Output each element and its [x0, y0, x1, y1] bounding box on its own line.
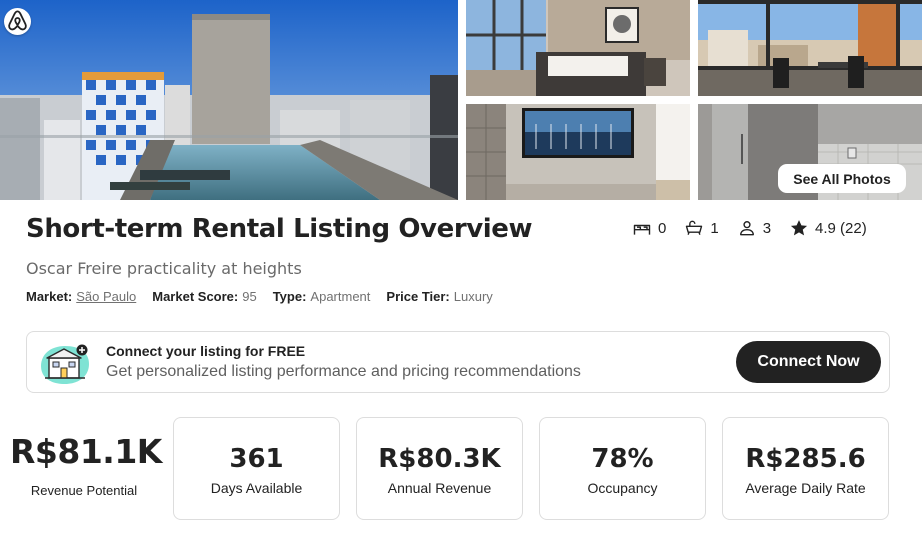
- banner-description: Get personalized listing performance and…: [106, 363, 581, 380]
- rooftop-pool-photo[interactable]: [0, 0, 458, 200]
- average-daily-rate-card: R$285.6 Average Daily Rate: [722, 417, 889, 520]
- bedrooms-count: 0: [632, 218, 666, 238]
- annual-revenue-card: R$80.3K Annual Revenue: [356, 417, 523, 520]
- fact-label: Market Score:: [152, 289, 239, 304]
- fact-value: Luxury: [453, 289, 493, 304]
- revenue-potential-value: R$81.1K: [10, 432, 162, 471]
- listing-subtitle: Oscar Freire practicality at heights: [26, 259, 302, 278]
- rating-value: 4.9 (22): [815, 219, 867, 237]
- metric-label: Occupancy: [587, 480, 658, 496]
- fact-type: Type: Apartment: [273, 289, 371, 304]
- bedroom-photo[interactable]: [466, 0, 690, 96]
- amenities-summary: 0 1 3 4.9 (22): [632, 218, 867, 238]
- fact-label: Type:: [272, 289, 307, 304]
- connect-listing-banner: Connect your listing for FREE Get person…: [26, 331, 890, 393]
- connect-now-button[interactable]: Connect Now: [736, 341, 881, 383]
- metric-label: Annual Revenue: [387, 480, 492, 496]
- photo-gallery: See All Photos: [0, 0, 922, 200]
- guests-count: 3: [737, 218, 771, 238]
- metric-value: 361: [229, 444, 284, 474]
- days-available-card: 361 Days Available: [173, 417, 340, 520]
- bathrooms-count: 1: [684, 218, 719, 238]
- market-link[interactable]: São Paulo: [76, 289, 136, 304]
- guests-value: 3: [762, 219, 772, 237]
- revenue-potential-label: Revenue Potential: [30, 483, 138, 498]
- star-icon: [790, 220, 808, 236]
- house-illustration-icon: [41, 344, 89, 384]
- bed-icon: [633, 224, 651, 235]
- fact-price-tier: Price Tier: Luxury: [386, 289, 492, 304]
- fact-value: 95: [242, 289, 257, 304]
- fact-value: Apartment: [310, 289, 371, 304]
- guest-icon: [739, 221, 754, 236]
- bathtub-icon: [686, 220, 703, 235]
- banner-title: Connect your listing for FREE: [106, 343, 306, 359]
- fact-label: Market:: [26, 289, 73, 304]
- occupancy-card: 78% Occupancy: [539, 417, 706, 520]
- metric-value: R$80.3K: [378, 444, 501, 474]
- fact-label: Price Tier:: [386, 289, 450, 304]
- living-room-photo[interactable]: [466, 104, 690, 200]
- fact-market: Market: São Paulo: [26, 289, 136, 304]
- airbnb-logo-icon: [4, 8, 31, 35]
- balcony-photo[interactable]: [698, 0, 922, 96]
- bathrooms-value: 1: [710, 219, 719, 237]
- listing-facts: Market: São Paulo Market Score: 95 Type: Ap…: [26, 289, 509, 304]
- page-title: Short-term Rental Listing Overview: [26, 214, 533, 244]
- see-all-photos-button[interactable]: See All Photos: [778, 164, 906, 193]
- revenue-potential-metric: R$81.1K Revenue Potential: [10, 432, 162, 498]
- fact-market-score: Market Score: 95: [152, 289, 256, 304]
- metric-value: R$285.6: [745, 444, 866, 474]
- metric-label: Days Available: [210, 480, 303, 496]
- rating: 4.9 (22): [789, 218, 867, 238]
- metric-value: 78%: [591, 444, 654, 474]
- metric-label: Average Daily Rate: [745, 480, 866, 496]
- bedrooms-value: 0: [658, 219, 667, 237]
